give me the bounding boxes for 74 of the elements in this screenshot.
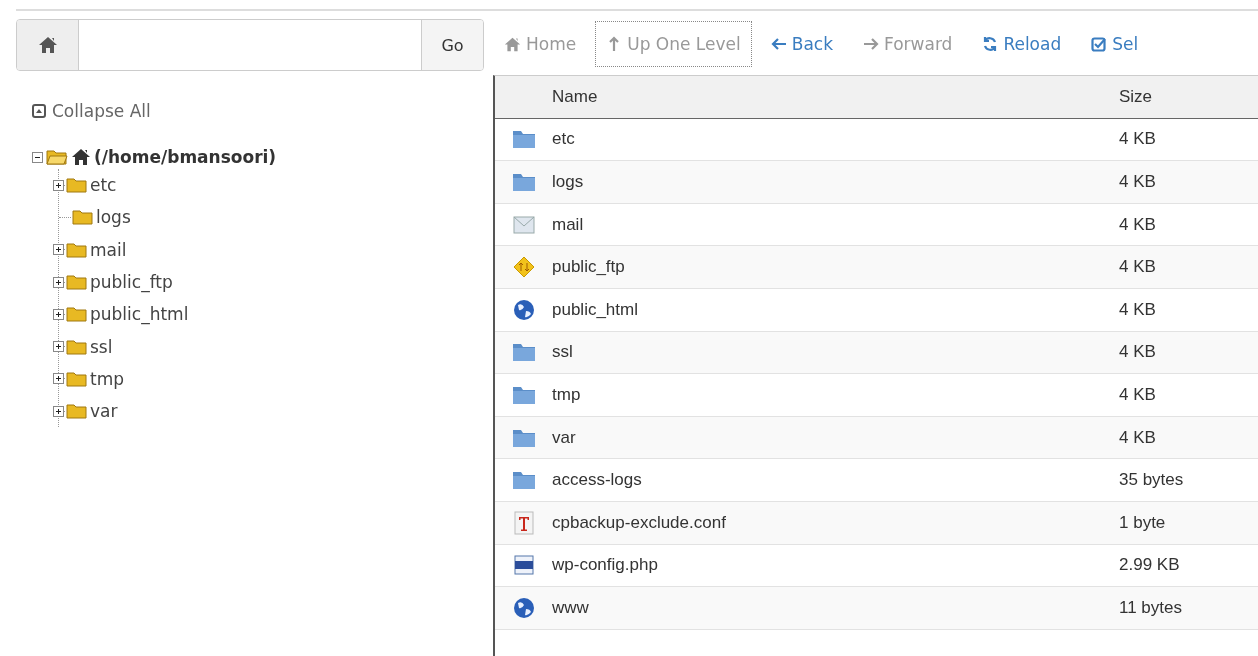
tree-item[interactable]: public_html	[90, 304, 189, 325]
folder-icon	[511, 172, 536, 192]
reload-button[interactable]: Reload	[971, 21, 1073, 67]
folder-icon	[66, 370, 88, 387]
collapse-icon	[32, 104, 46, 118]
expand-icon[interactable]	[53, 179, 64, 191]
tree-item[interactable]: mail	[90, 239, 127, 260]
collapse-icon[interactable]	[32, 151, 43, 163]
back-button[interactable]: Back	[759, 21, 844, 67]
expand-icon[interactable]	[53, 405, 64, 417]
expand-icon[interactable]	[53, 244, 64, 256]
text-file-icon	[513, 510, 534, 535]
tree-item[interactable]: public_ftp	[90, 272, 173, 293]
folder-icon	[511, 342, 536, 363]
folder-icon	[66, 403, 88, 420]
home-icon	[504, 35, 521, 53]
folder-icon	[511, 384, 536, 405]
folder-icon	[66, 274, 88, 291]
tree-root-item[interactable]: (/home/bmansoori)	[94, 147, 277, 167]
envelope-icon	[512, 215, 535, 234]
tree-item[interactable]: ssl	[90, 336, 113, 357]
expand-icon[interactable]	[53, 341, 64, 353]
expand-icon[interactable]	[53, 373, 64, 385]
column-header[interactable]: Name	[552, 86, 1119, 107]
folder-icon	[66, 306, 88, 323]
diamond-icon	[512, 256, 535, 279]
file-size: 11 bytes	[1119, 597, 1182, 618]
tree-item[interactable]: var	[90, 401, 118, 422]
file-name: access-logs	[552, 470, 643, 491]
file-size: 4 KB	[1119, 342, 1156, 363]
checkbox-icon	[1091, 36, 1108, 52]
folder-icon	[72, 209, 94, 226]
select-button[interactable]: Sel	[1080, 21, 1150, 67]
file-name: cpbackup-exclude.conf	[552, 512, 727, 533]
file-size: 2.99 KB	[1119, 555, 1180, 576]
left-arrow-icon	[770, 36, 787, 52]
file-name: tmp	[552, 384, 582, 405]
file-size: 4 KB	[1119, 384, 1156, 405]
file-size: 1 byte	[1119, 512, 1166, 533]
file-name: logs	[552, 172, 585, 192]
collapse-all-button[interactable]: Collapse All	[32, 101, 151, 121]
file-name: etc	[552, 129, 576, 150]
file-size: 4 KB	[1119, 129, 1156, 150]
folder-icon	[46, 149, 68, 165]
file-size: 35 bytes	[1119, 470, 1184, 491]
file-size: 4 KB	[1119, 257, 1156, 278]
folder-icon	[511, 470, 536, 491]
file-name: mail	[552, 214, 585, 235]
file-name: www	[552, 597, 590, 618]
file-size: 4 KB	[1119, 299, 1156, 320]
file-size: 4 KB	[1119, 427, 1156, 448]
file-name: public_html	[552, 299, 639, 320]
folder-icon	[66, 338, 88, 355]
file-name: ssl	[552, 342, 574, 363]
tree-item[interactable]: tmp	[90, 368, 125, 389]
tree-item[interactable]: etc	[90, 175, 117, 196]
folder-icon	[66, 177, 88, 194]
folder-icon	[511, 427, 536, 448]
file-name: var	[552, 427, 577, 448]
folder-icon	[66, 241, 88, 258]
right-arrow-icon	[863, 36, 879, 52]
file-size: 4 KB	[1119, 214, 1156, 235]
tree-item[interactable]: logs	[96, 207, 131, 228]
expand-icon[interactable]	[53, 308, 64, 320]
file-size: 4 KB	[1119, 172, 1156, 192]
file-name: wp-config.php	[552, 555, 659, 576]
reload-icon	[982, 36, 999, 52]
globe-icon	[512, 596, 535, 619]
expand-icon[interactable]	[53, 276, 64, 288]
column-header[interactable]: Size	[1119, 86, 1153, 107]
file-name: public_ftp	[552, 257, 626, 278]
globe-icon	[512, 298, 535, 321]
home-icon	[71, 147, 91, 167]
folder-icon	[511, 129, 536, 150]
